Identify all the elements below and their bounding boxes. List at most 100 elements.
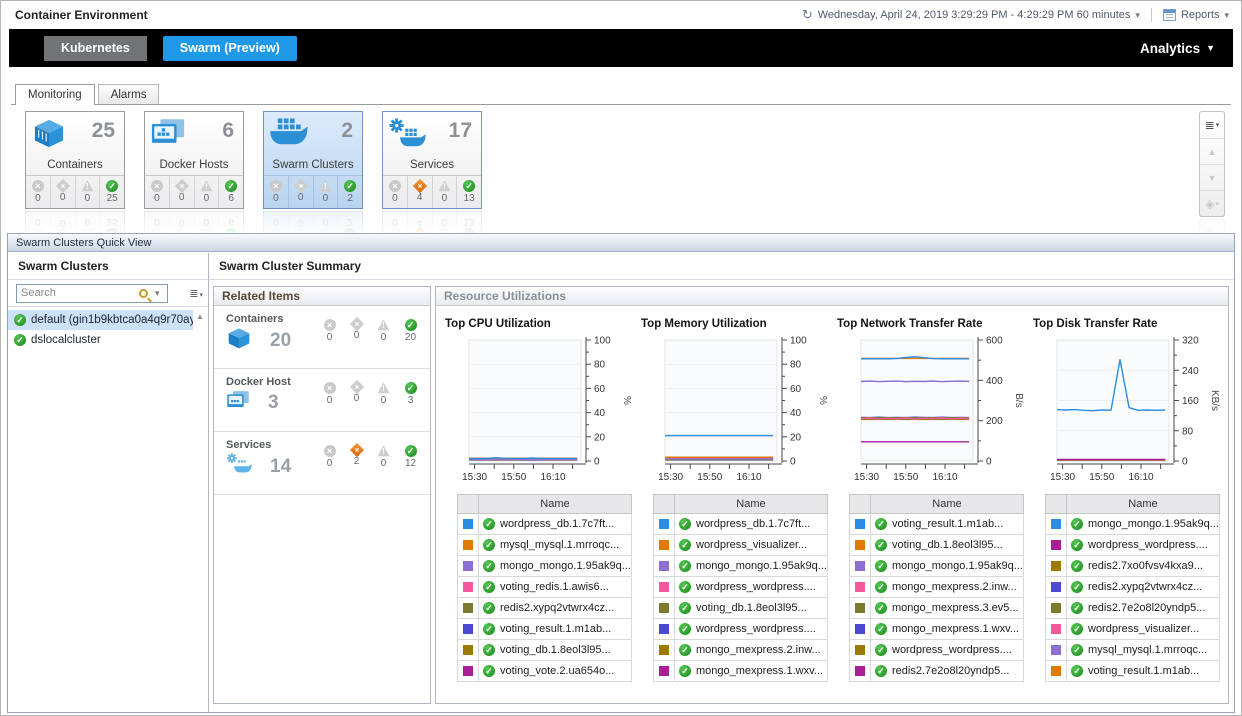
legend-row[interactable]: ✓redis2.7e2o8l20yndp5... <box>1046 598 1220 619</box>
legend-row[interactable]: ✓mysql_mysql.1.mrroqc... <box>458 535 632 556</box>
svg-text:15:50: 15:50 <box>893 472 918 482</box>
legend-row[interactable]: ✓wordpress_wordpress.... <box>654 577 828 598</box>
disk-transfer-chart: 080160240320KB/s15:3015:5016:10 <box>1043 332 1233 482</box>
tile-docker-hosts[interactable]: 6 Docker Hosts ×0+0!0✓6 <box>144 111 244 209</box>
analytics-menu[interactable]: Analytics ▼ <box>1140 41 1215 56</box>
tab-monitoring[interactable]: Monitoring <box>15 84 95 105</box>
legend-row[interactable]: ✓mongo_mexpress.1.wxv... <box>850 619 1024 640</box>
svg-text:15:50: 15:50 <box>501 472 526 482</box>
scroll-down-button[interactable]: ▼ <box>1200 164 1224 190</box>
legend-row[interactable]: ✓wordpress_visualizer... <box>654 535 828 556</box>
warning-status-icon: ! <box>200 180 212 192</box>
legend-row[interactable]: ✓mongo_mexpress.2.inw... <box>654 640 828 661</box>
normal-status-icon: ✓ <box>875 644 887 656</box>
network-transfer-chart: 0200400600B/s15:3015:5016:10 <box>847 332 1037 482</box>
cluster-list-item[interactable]: ✓default (gin1b9kbtca0a4q9r70ay <box>8 310 193 330</box>
legend-row[interactable]: ✓mongo_mongo.1.95ak9q... <box>458 556 632 577</box>
related-row-docker-host[interactable]: Docker Host 3 <box>214 369 430 432</box>
status-count: 0 <box>85 193 91 204</box>
list-scrollbar-up-button[interactable]: ▲ <box>194 310 206 322</box>
tile-options-button[interactable]: ◈▾ <box>1200 190 1224 216</box>
legend-row[interactable]: ✓mysql_mysql.1.mrroqc... <box>1046 640 1220 661</box>
docker-hosts-icon <box>150 118 186 152</box>
normal-status-icon: ✓ <box>875 518 887 530</box>
reports-menu[interactable]: Reports <box>1181 9 1220 21</box>
series-name: redis2.7e2o8l20yndp5... <box>1088 602 1205 614</box>
normal-status-icon: ✓ <box>483 644 495 656</box>
legend-name-header: Name <box>1067 495 1220 514</box>
svg-text:320: 320 <box>1182 336 1199 347</box>
tab-alarms[interactable]: Alarms <box>98 84 160 104</box>
legend-row[interactable]: ✓wordpress_wordpress.... <box>654 619 828 640</box>
normal-status-icon: ✓ <box>405 445 417 457</box>
warning-status: !0 <box>432 176 457 208</box>
legend-row[interactable]: ✓redis2.xypq2vtwrx4cz... <box>458 598 632 619</box>
disk-chart-title: Top Disk Transfer Rate <box>1033 318 1225 330</box>
legend-row[interactable]: ✓voting_result.1.m1ab... <box>458 619 632 640</box>
legend-row[interactable]: ✓voting_result.1.m1ab... <box>1046 661 1220 682</box>
legend-row[interactable]: ✓redis2.7xo0fvsv4kxa9... <box>1046 556 1220 577</box>
scroll-up-button[interactable]: ▲ <box>1200 138 1224 164</box>
related-row-services[interactable]: Services <box>214 432 430 495</box>
status-count: 0 <box>354 393 360 404</box>
search-options-caret-icon[interactable]: ▾ <box>155 288 160 299</box>
legend-row[interactable]: ✓wordpress_wordpress.... <box>1046 535 1220 556</box>
series-color-swatch <box>463 603 473 613</box>
legend-row[interactable]: ✓wordpress_db.1.7c7ft... <box>654 514 828 535</box>
legend-row[interactable]: ✓redis2.7e2o8l20yndp5... <box>850 661 1024 682</box>
normal-status-icon: ✓ <box>679 665 691 677</box>
legend-row[interactable]: ✓mongo_mongo.1.95ak9q... <box>850 556 1024 577</box>
cluster-list-item[interactable]: ✓dslocalcluster <box>8 330 193 350</box>
cpu-chart-column: Top CPU Utilization 020406080100%15:3015… <box>441 310 637 682</box>
legend-row[interactable]: ✓voting_db.1.8eol3l95... <box>458 640 632 661</box>
status-count: 2 <box>347 193 353 204</box>
search-icon[interactable] <box>139 289 148 298</box>
status-count: 0 <box>327 458 333 469</box>
tab-bar: Monitoring Alarms <box>11 83 1231 105</box>
legend-row[interactable]: ✓redis2.xypq2vtwrx4cz... <box>1046 577 1220 598</box>
tile-containers[interactable]: 25 Containers ×0+0!0✓25 <box>25 111 125 209</box>
legend-row[interactable]: ✓voting_vote.2.ua654o... <box>458 661 632 682</box>
legend-row[interactable]: ✓mongo_mexpress.1.wxv... <box>654 661 828 682</box>
reports-caret-icon[interactable]: ▾ <box>1224 10 1229 21</box>
view-list-button[interactable]: ≣▾ <box>1200 112 1224 138</box>
legend-row[interactable]: ✓mongo_mexpress.2.inw... <box>850 577 1024 598</box>
timerange-label[interactable]: Wednesday, April 24, 2019 3:29:29 PM - 4… <box>818 9 1131 21</box>
legend-row[interactable]: ✓voting_result.1.m1ab... <box>850 514 1024 535</box>
legend-row[interactable]: ✓voting_redis.1.awis6... <box>458 577 632 598</box>
status-count: 0 <box>327 395 333 406</box>
legend-row[interactable]: ✓mongo_mongo.1.95ak9q... <box>654 556 828 577</box>
kubernetes-button[interactable]: Kubernetes <box>44 36 147 61</box>
normal-status: ✓3 <box>397 382 424 406</box>
tile-swarm-clusters[interactable]: 2 Swarm Clusters ×0+0!0✓2 <box>263 111 363 209</box>
list-options-button[interactable]: ≣▾ <box>189 287 203 300</box>
timerange-caret-icon[interactable]: ▾ <box>1135 10 1140 21</box>
series-color-swatch <box>463 645 473 655</box>
container-environment-page: Container Environment ↻ Wednesday, April… <box>0 0 1242 716</box>
critical-on-status-icon: + <box>413 179 427 193</box>
legend-row[interactable]: ✓voting_db.1.8eol3l95... <box>654 598 828 619</box>
resource-utilizations-panel: Resource Utilizations Top CPU Utilizatio… <box>435 286 1229 704</box>
tile-services[interactable]: 17 Services ×0+4!0✓13 <box>382 111 482 209</box>
svg-text:100: 100 <box>594 336 611 347</box>
network-chart-title: Top Network Transfer Rate <box>837 318 1029 330</box>
services-icon <box>388 118 426 155</box>
legend-row[interactable]: ✓mongo_mexpress.3.ev5... <box>850 598 1024 619</box>
series-color-swatch <box>659 561 669 571</box>
legend-row[interactable]: ✓mongo_mongo.1.95ak9q... <box>1046 514 1220 535</box>
warning-status-icon: ! <box>319 180 331 192</box>
legend-row[interactable]: ✓wordpress_wordpress.... <box>850 640 1024 661</box>
related-row-containers[interactable]: Containers 20 <box>214 306 430 369</box>
series-color-swatch <box>659 624 669 634</box>
legend-row[interactable]: ✓voting_db.1.8eol3l95... <box>850 535 1024 556</box>
search-input[interactable] <box>21 286 133 301</box>
series-color-swatch <box>855 603 865 613</box>
legend-row[interactable]: ✓wordpress_db.1.7c7ft... <box>458 514 632 535</box>
status-count: 0 <box>35 193 41 204</box>
swarm-button[interactable]: Swarm (Preview) <box>163 36 297 61</box>
normal-status-icon: ✓ <box>483 560 495 572</box>
resource-charts: Top CPU Utilization 020406080100%15:3015… <box>436 306 1228 682</box>
cluster-name: default (gin1b9kbtca0a4q9r70ay <box>31 314 193 326</box>
related-services-statuses: ×0+2!0✓12 <box>316 445 424 469</box>
legend-row[interactable]: ✓wordpress_visualizer... <box>1046 619 1220 640</box>
